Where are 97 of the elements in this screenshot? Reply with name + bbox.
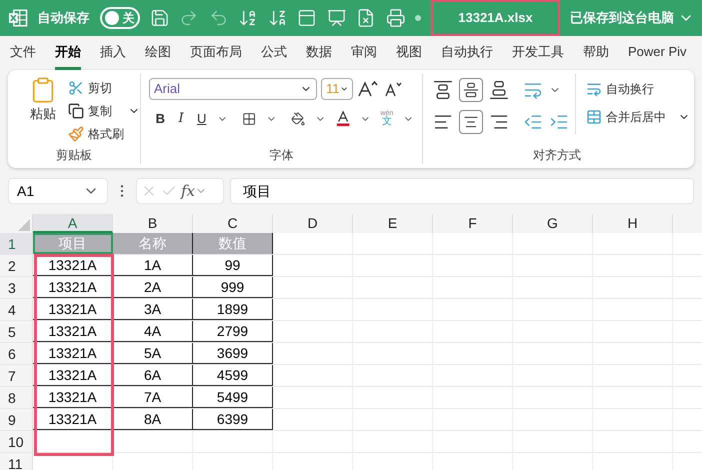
- underline-button[interactable]: U: [196, 109, 208, 128]
- sort-descending-icon[interactable]: [268, 8, 288, 28]
- column-header[interactable]: A: [33, 214, 113, 233]
- align-center-button[interactable]: [459, 110, 483, 134]
- row-header[interactable]: 10: [0, 431, 33, 452]
- row-header[interactable]: 8: [0, 387, 33, 408]
- table-cell: 13321A: [33, 365, 113, 386]
- middle-align-button[interactable]: [459, 78, 483, 102]
- menu-tab[interactable]: 公式: [261, 36, 287, 70]
- paintbrush-icon: [68, 126, 84, 142]
- table-cell: 5499: [193, 387, 273, 408]
- slideshow-icon[interactable]: [326, 8, 346, 28]
- menu-tab[interactable]: Power Piv: [628, 36, 687, 70]
- table-cell: 999: [193, 277, 273, 298]
- autosave-label: 自动保存: [38, 9, 90, 28]
- table-cell: 13321A: [33, 343, 113, 364]
- table-cell: 13321A: [33, 277, 113, 298]
- merge-cells-icon: [586, 109, 602, 125]
- table-cell: 4599: [193, 365, 273, 386]
- copy-button[interactable]: 复制: [68, 101, 140, 121]
- row-header[interactable]: 6: [0, 343, 33, 364]
- row-header[interactable]: 11: [0, 453, 33, 470]
- group-label: 对齐方式: [532, 147, 582, 164]
- form-icon[interactable]: [297, 8, 317, 28]
- table-cell: 1899: [193, 299, 273, 320]
- row-header[interactable]: 9: [0, 409, 33, 430]
- menu-tab[interactable]: 绘图: [145, 36, 171, 70]
- table-cell: 2799: [193, 321, 273, 342]
- grow-font-icon[interactable]: [357, 80, 379, 98]
- table-cell: 名称: [113, 233, 193, 254]
- table-cell: 4A: [113, 321, 193, 342]
- merge-center-button[interactable]: 合并后居中: [586, 108, 690, 126]
- menu-tab[interactable]: 审阅: [351, 36, 377, 70]
- menu-tab[interactable]: 页面布局: [190, 36, 242, 70]
- group-label: 剪贴板: [55, 147, 93, 164]
- table-cell: 6399: [193, 409, 273, 430]
- font-color-icon[interactable]: [336, 110, 350, 128]
- menu-tab[interactable]: 插入: [100, 36, 126, 70]
- bottom-align-icon[interactable]: [489, 80, 509, 100]
- table-cell: 数值: [193, 233, 273, 254]
- row-header[interactable]: 4: [0, 299, 33, 320]
- table-cell: 3699: [193, 343, 273, 364]
- row-header[interactable]: 3: [0, 277, 33, 298]
- wrap-text-icon: [586, 81, 602, 97]
- align-center-icon: [463, 114, 479, 130]
- table-cell: 1A: [113, 255, 193, 276]
- top-align-icon[interactable]: [433, 80, 453, 100]
- paste-button[interactable]: 粘贴: [26, 76, 60, 146]
- italic-button[interactable]: I: [176, 109, 186, 128]
- document-icon[interactable]: [356, 8, 376, 28]
- column-header[interactable]: D: [273, 214, 353, 233]
- row-header[interactable]: 2: [0, 255, 33, 276]
- cut-button[interactable]: 剪切: [68, 78, 140, 98]
- sort-ascending-icon[interactable]: [238, 8, 258, 28]
- menu-tab[interactable]: 视图: [396, 36, 422, 70]
- middle-align-icon: [463, 82, 479, 98]
- menu-tab[interactable]: 数据: [306, 36, 332, 70]
- group-label: 字体: [268, 147, 294, 164]
- menu-tab[interactable]: 帮助: [583, 36, 609, 70]
- row-header[interactable]: 1: [0, 233, 33, 254]
- table-cell: 13321A: [33, 321, 113, 342]
- column-header[interactable]: H: [593, 214, 673, 233]
- bold-button[interactable]: B: [155, 109, 166, 128]
- font-name-field[interactable]: Arial: [149, 78, 317, 100]
- table-cell: 2A: [113, 277, 193, 298]
- printer-icon[interactable]: [386, 8, 406, 28]
- row-header[interactable]: 7: [0, 365, 33, 386]
- menu-tab[interactable]: 开发工具: [512, 36, 564, 70]
- table-cell: 13321A: [33, 409, 113, 430]
- borders-icon[interactable]: [242, 110, 256, 127]
- table-cell: 99: [193, 255, 273, 276]
- table-cell: 8A: [113, 409, 193, 430]
- column-header[interactable]: G: [513, 214, 593, 233]
- table-cell: 5A: [113, 343, 193, 364]
- format-painter-button[interactable]: 格式刷: [68, 124, 140, 144]
- table-cell: 6A: [113, 365, 193, 386]
- row-header[interactable]: 5: [0, 321, 33, 342]
- table-cell: 7A: [113, 387, 193, 408]
- name-box[interactable]: A1: [8, 178, 108, 204]
- scissors-icon: [68, 80, 84, 96]
- fill-color-icon[interactable]: [290, 110, 305, 127]
- copy-icon: [68, 103, 84, 119]
- table-cell: 3A: [113, 299, 193, 320]
- column-header[interactable]: E: [353, 214, 433, 233]
- file-name: 13321A.xlsx: [458, 9, 533, 28]
- column-header[interactable]: F: [433, 214, 513, 233]
- table-cell: 13321A: [33, 387, 113, 408]
- shrink-font-icon[interactable]: [383, 80, 403, 98]
- menu-tab[interactable]: 文件: [10, 36, 36, 70]
- table-cell: 项目: [33, 233, 113, 254]
- table-cell: 13321A: [33, 299, 113, 320]
- formula-field[interactable]: 项目: [230, 178, 694, 204]
- save-icon[interactable]: [150, 8, 170, 28]
- spreadsheet-logo-icon: [8, 9, 28, 27]
- table-cell: 13321A: [33, 255, 113, 276]
- wrap-text-button[interactable]: 自动换行: [586, 80, 690, 98]
- menu-tab[interactable]: 自动执行: [441, 36, 493, 70]
